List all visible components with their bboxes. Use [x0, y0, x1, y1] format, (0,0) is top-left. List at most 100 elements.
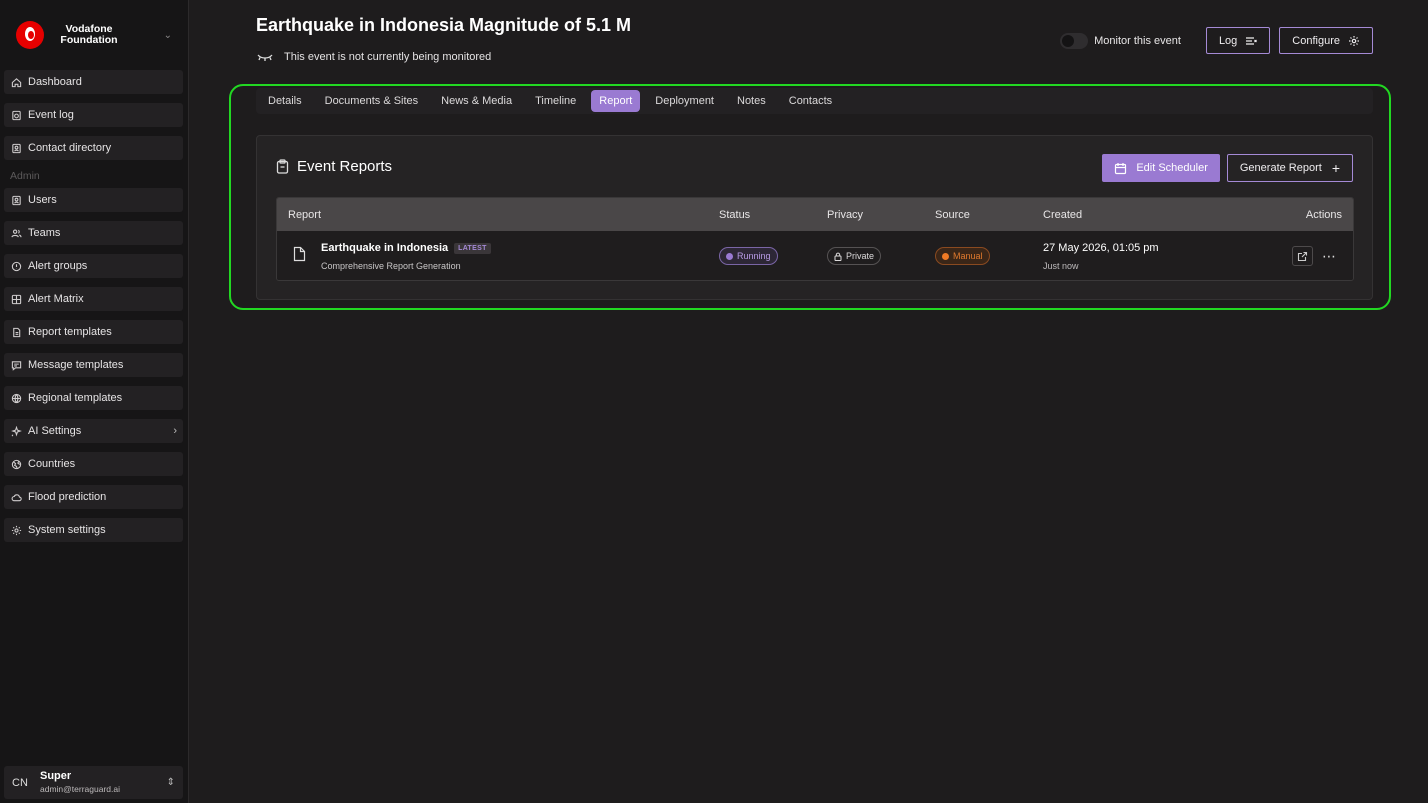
monitor-toggle-label: Monitor this event	[1094, 34, 1181, 47]
user-card-icon	[10, 194, 22, 206]
grid-icon	[10, 293, 22, 305]
clipboard-icon	[276, 159, 289, 174]
sidebar-item-label: Contact directory	[28, 142, 112, 154]
status-text: Running	[737, 251, 771, 261]
source-dot-icon	[942, 252, 949, 260]
sidebar-item-alert-matrix[interactable]: Alert Matrix	[4, 287, 183, 311]
column-source: Source	[935, 208, 970, 221]
privacy-badge: Private	[827, 247, 882, 265]
table-row[interactable]: Earthquake in Indonesia LATEST Comprehen…	[277, 231, 1353, 280]
sidebar-item-users[interactable]: Users	[4, 188, 183, 212]
report-template-icon	[10, 326, 22, 338]
nav-main: Dashboard Event log Contact directory	[0, 70, 188, 160]
user-menu[interactable]: CN Super admin@terraguard.ai ⇕	[4, 766, 183, 799]
sidebar-item-label: Regional templates	[28, 392, 123, 404]
header-actions: Monitor this event Log Configure	[1060, 27, 1373, 54]
generate-report-button[interactable]: Generate Report +	[1226, 154, 1353, 182]
sidebar-item-system-settings[interactable]: System settings	[4, 518, 183, 542]
user-name: Super	[40, 769, 72, 782]
created-relative: Just now	[1043, 261, 1079, 271]
list-filter-icon	[1246, 36, 1258, 45]
gear-icon	[1349, 35, 1359, 46]
card-actions: Edit Scheduler Generate Report +	[1102, 154, 1353, 182]
table-header: Report Status Privacy Source Created Act…	[277, 198, 1353, 231]
sidebar-item-ai-settings[interactable]: AI Settings ›	[4, 419, 183, 443]
brand-header[interactable]: Vodafone Foundation ⌄	[0, 0, 188, 70]
admin-section-label: Admin	[10, 170, 40, 182]
status-dot-icon	[726, 252, 733, 260]
column-privacy: Privacy	[827, 208, 864, 221]
sidebar-item-message-templates[interactable]: Message templates	[4, 353, 183, 377]
status-badge: Running	[719, 247, 778, 265]
page-title: Earthquake in Indonesia Magnitude of 5.1…	[256, 15, 632, 35]
sidebar-item-contact-directory[interactable]: Contact directory	[4, 136, 183, 160]
tab-details[interactable]: Details	[260, 90, 310, 112]
chevron-right-icon: ›	[173, 425, 177, 437]
sidebar-item-report-templates[interactable]: Report templates	[4, 320, 183, 344]
sidebar-item-label: Alert groups	[28, 260, 88, 272]
column-report: Report	[288, 208, 322, 221]
sidebar-item-dashboard[interactable]: Dashboard	[4, 70, 183, 94]
plus-icon: +	[1331, 160, 1340, 176]
report-title[interactable]: Earthquake in Indonesia LATEST	[321, 242, 491, 254]
report-subtitle: Comprehensive Report Generation	[321, 261, 461, 271]
vodafone-logo-icon	[16, 21, 44, 49]
cloud-icon	[10, 491, 22, 503]
log-button[interactable]: Log	[1205, 27, 1271, 54]
sidebar-item-label: Message templates	[28, 359, 124, 371]
countries-icon	[10, 458, 22, 470]
eye-closed-icon	[257, 54, 273, 61]
main-content: Earthquake in Indonesia Magnitude of 5.1…	[189, 0, 1428, 803]
sidebar-item-label: Users	[28, 194, 57, 206]
monitor-status: This event is not currently being monito…	[256, 51, 491, 63]
sidebar-item-label: Dashboard	[28, 76, 82, 88]
user-email: admin@terraguard.ai	[40, 783, 120, 794]
sidebar-item-label: AI Settings	[28, 425, 82, 437]
sparkle-icon	[10, 425, 22, 437]
document-icon	[293, 246, 306, 262]
source-badge: Manual	[935, 247, 990, 265]
privacy-text: Private	[846, 251, 875, 261]
log-button-label: Log	[1218, 34, 1238, 47]
sidebar-item-label: Flood prediction	[28, 491, 107, 503]
open-external-button[interactable]	[1292, 246, 1313, 266]
column-created: Created	[1043, 208, 1083, 221]
gear-icon	[10, 524, 22, 536]
event-reports-card: Event Reports Edit Scheduler Generate Re…	[256, 135, 1373, 300]
sidebar-item-countries[interactable]: Countries	[4, 452, 183, 476]
monitor-toggle[interactable]	[1060, 32, 1089, 49]
tab-report[interactable]: Report	[591, 90, 641, 112]
avatar: CN	[12, 776, 28, 789]
latest-badge: LATEST	[454, 242, 491, 254]
sidebar-item-label: Countries	[28, 458, 76, 470]
brand-name: Vodafone Foundation	[60, 23, 118, 46]
sidebar-item-alert-groups[interactable]: Alert groups	[4, 254, 183, 278]
chevron-down-icon[interactable]: ⌄	[164, 30, 172, 41]
sidebar-item-label: Event log	[28, 109, 74, 121]
tab-deployment[interactable]: Deployment	[647, 90, 722, 112]
configure-button-label: Configure	[1292, 34, 1340, 47]
more-options-icon[interactable]: ⋯	[1322, 246, 1337, 266]
tab-timeline[interactable]: Timeline	[527, 90, 584, 112]
sidebar-item-teams[interactable]: Teams	[4, 221, 183, 245]
edit-scheduler-button[interactable]: Edit Scheduler	[1102, 154, 1220, 182]
sidebar-item-flood-prediction[interactable]: Flood prediction	[4, 485, 183, 509]
tab-contacts[interactable]: Contacts	[781, 90, 840, 112]
alert-icon	[10, 260, 22, 272]
home-icon	[10, 76, 22, 88]
generate-report-label: Generate Report	[1239, 162, 1322, 174]
sidebar-item-label: Alert Matrix	[28, 293, 84, 305]
team-icon	[10, 227, 22, 239]
configure-button[interactable]: Configure	[1279, 27, 1373, 54]
reports-table: Report Status Privacy Source Created Act…	[276, 197, 1354, 281]
tab-documents-sites[interactable]: Documents & Sites	[317, 90, 427, 112]
monitor-status-text: This event is not currently being monito…	[284, 51, 492, 63]
sidebar-item-regional-templates[interactable]: Regional templates	[4, 386, 183, 410]
edit-scheduler-label: Edit Scheduler	[1136, 162, 1208, 174]
sidebar-item-event-log[interactable]: Event log	[4, 103, 183, 127]
lock-icon	[834, 252, 842, 261]
sidebar-item-label: Teams	[28, 227, 61, 239]
tab-news-media[interactable]: News & Media	[433, 90, 520, 112]
tab-notes[interactable]: Notes	[729, 90, 774, 112]
nav-admin: Users Teams Alert groups Alert Matrix Re…	[0, 188, 188, 542]
